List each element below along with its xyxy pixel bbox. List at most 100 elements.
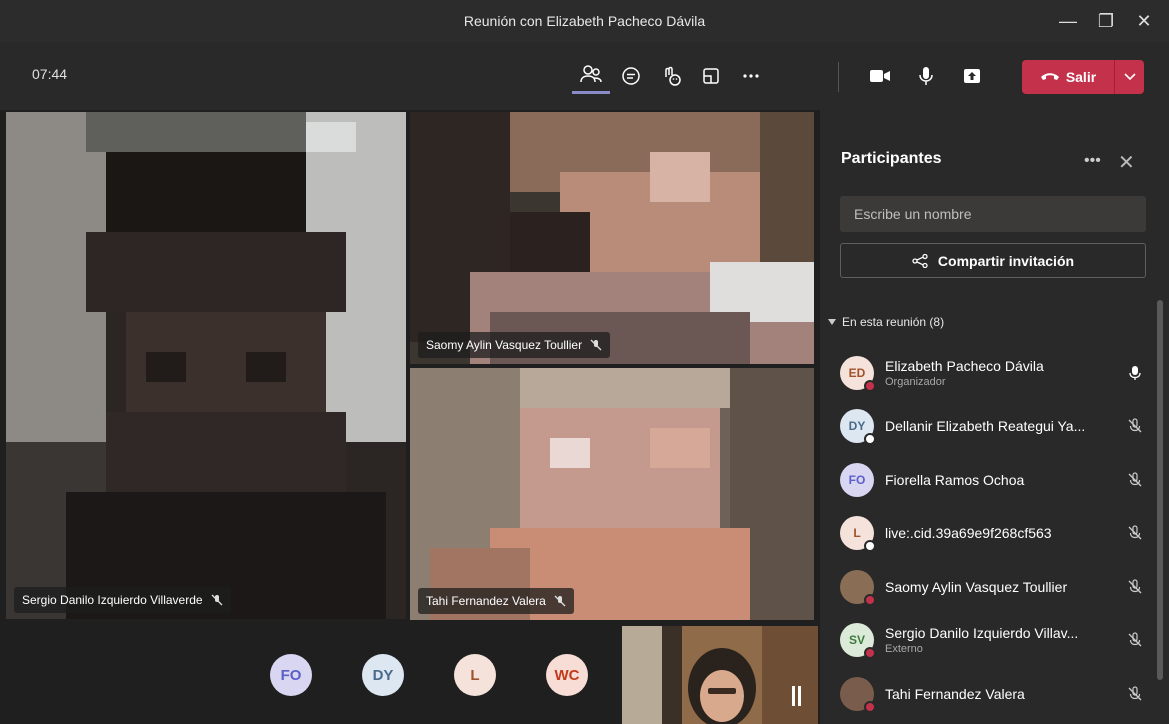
avatar[interactable]: FO (270, 654, 312, 696)
leave-main[interactable]: Salir (1022, 69, 1114, 85)
avatar-initials: DY (848, 419, 866, 434)
reactions-icon[interactable] (652, 58, 690, 94)
mic-off-icon (1120, 472, 1150, 488)
participant-info: Elizabeth Pacheco Dávila Organizador (885, 358, 1120, 388)
participant-name: Tahi Fernandez Valera (885, 685, 1025, 702)
leave-label: Salir (1065, 69, 1097, 85)
avatar: FO (840, 462, 874, 497)
self-video-preview[interactable] (622, 626, 818, 724)
avatar[interactable]: WC (546, 654, 588, 696)
participant-row[interactable]: FO Fiorella Ramos Ochoa (840, 453, 1150, 507)
share-icon (912, 253, 928, 268)
video-name-tag: Saomy Aylin Vasquez Toullier (418, 332, 611, 358)
video-tile-sergio[interactable]: Sergio Danilo Izquierdo Villaverde (6, 112, 406, 619)
participants-panel: Participantes ••• ✕ Escribe un nombre Co… (820, 110, 1169, 724)
presence-status-icon (864, 700, 876, 713)
minimize-icon[interactable]: — (1049, 11, 1087, 32)
invite-label: Compartir invitación (937, 252, 1075, 269)
mic-off-icon (1120, 686, 1150, 702)
participant-name: Saomy Aylin Vasquez Toullier (426, 338, 583, 352)
participant-name: Tahi Fernandez Valera (426, 594, 546, 608)
participant-info: live:.cid.39a69e9f268cf563 (885, 525, 1120, 541)
mic-on-icon (1120, 365, 1150, 381)
participant-info: Saomy Aylin Vasquez Toullier (885, 579, 1120, 595)
microphone-icon[interactable] (904, 58, 948, 94)
video-name-tag: Sergio Danilo Izquierdo Villaverde (14, 587, 231, 613)
toolbar-divider (838, 62, 839, 92)
leave-button[interactable]: Salir (1022, 60, 1144, 94)
scrollbar[interactable] (1157, 300, 1163, 680)
participant-name: live:.cid.39a69e9f268cf563 (885, 525, 1052, 542)
participant-name: Elizabeth Pacheco Dávila (885, 357, 1044, 374)
participant-row[interactable]: Saomy Aylin Vasquez Toullier (840, 560, 1150, 614)
mic-off-icon (211, 594, 223, 606)
mic-off-icon (1120, 418, 1150, 434)
video-tile-saomy[interactable]: Saomy Aylin Vasquez Toullier (410, 112, 814, 364)
participant-role: Organizador (885, 375, 946, 388)
more-options-icon[interactable] (732, 58, 770, 94)
share-screen-icon[interactable] (950, 58, 994, 94)
participant-row[interactable]: Llive:.cid.39a69e9f268cf563 (840, 507, 1150, 561)
avatar: SV (840, 623, 876, 660)
mic-off-icon (1120, 525, 1150, 541)
participant-row[interactable]: ED Elizabeth Pacheco Dávila Organizador (840, 346, 1150, 400)
presence-status-icon (864, 593, 876, 606)
camera-icon[interactable] (858, 58, 902, 94)
video-name-tag: Tahi Fernandez Valera (418, 588, 574, 614)
presence-status-icon (864, 647, 876, 660)
participant-name: Fiorella Ramos Ochoa (885, 471, 1025, 488)
video-stage: Sergio Danilo Izquierdo Villaverde Saomy… (0, 110, 820, 724)
participant-row[interactable]: SV Sergio Danilo Izquierdo Villav... Exter… (840, 614, 1150, 668)
self-video (622, 626, 818, 724)
mic-off-icon (1120, 579, 1150, 595)
participant-role: Externo (885, 643, 923, 656)
close-icon[interactable]: ✕ (1118, 150, 1135, 175)
avatar[interactable]: DY (362, 654, 404, 696)
mic-off-icon (1120, 632, 1150, 648)
participant-info: Tahi Fernandez Valera (885, 686, 1120, 702)
participant-info: Dellanir Elizabeth Reategui Ya... (885, 418, 1120, 434)
section-header[interactable]: En esta reunión (8) (828, 315, 944, 329)
presence-status-icon (864, 540, 876, 553)
chevron-down-icon (1123, 73, 1136, 81)
window-controls: — ❐ ✕ (1049, 0, 1163, 42)
participant-list: ED Elizabeth Pacheco Dávila Organizador DY D… (840, 346, 1150, 721)
section-label: En esta reunión (8) (842, 315, 945, 329)
share-invite-button[interactable]: Compartir invitación (840, 243, 1146, 278)
hangup-icon (1040, 73, 1059, 80)
avatar (840, 569, 876, 606)
presence-status-icon (864, 379, 876, 392)
window-titlebar: Reunión con Elizabeth Pacheco Dávila — ❐… (0, 0, 1169, 42)
meeting-actions (572, 58, 772, 94)
window-title: Reunión con Elizabeth Pacheco Dávila (463, 13, 706, 29)
avatar-initials: ED (848, 365, 866, 380)
video-tile-tahi[interactable]: Tahi Fernandez Valera (410, 368, 814, 620)
participant-row[interactable]: Tahi Fernandez Valera (840, 667, 1150, 721)
avatar: DY (840, 409, 876, 446)
participant-name: Saomy Aylin Vasquez Toullier (885, 578, 1068, 595)
avatar-initials: L (853, 526, 861, 541)
panel-more-icon[interactable]: ••• (1084, 152, 1101, 170)
leave-dropdown[interactable] (1114, 60, 1144, 94)
avatar: ED (840, 355, 876, 392)
avatar-initials: FO (848, 472, 866, 487)
maximize-icon[interactable]: ❐ (1087, 11, 1125, 32)
participant-name: Sergio Danilo Izquierdo Villav... (885, 625, 1079, 642)
avatar-initials: SV (848, 633, 865, 648)
participant-info: Fiorella Ramos Ochoa (885, 472, 1120, 488)
presence-status-icon (864, 433, 876, 446)
meeting-timer: 07:44 (32, 66, 68, 82)
close-window-icon[interactable]: ✕ (1125, 11, 1163, 32)
avatar: L (840, 516, 876, 553)
participants-icon[interactable] (572, 58, 610, 94)
breakout-rooms-icon[interactable] (692, 58, 730, 94)
chat-icon[interactable] (612, 58, 650, 94)
chevron-down-icon (828, 319, 836, 325)
participant-search-input[interactable]: Escribe un nombre (840, 196, 1146, 232)
avatar (840, 676, 876, 713)
participant-info: Sergio Danilo Izquierdo Villav... Externo (885, 625, 1120, 655)
pixelated-video (410, 112, 814, 364)
avatar[interactable]: L (454, 654, 496, 696)
participant-row[interactable]: DY Dellanir Elizabeth Reategui Ya... (840, 400, 1150, 454)
pixelated-video (410, 368, 814, 620)
